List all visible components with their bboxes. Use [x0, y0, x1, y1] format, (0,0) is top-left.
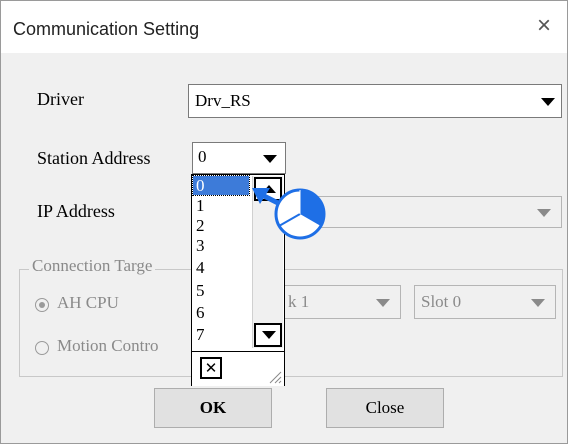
list-item-6[interactable]: 6	[193, 303, 249, 322]
driver-label: Driver	[37, 89, 84, 109]
motion-control-radio	[35, 341, 49, 355]
rack-select-value: k 1	[288, 292, 310, 311]
resize-grip-icon[interactable]	[266, 368, 282, 384]
station-address-value: 0	[198, 147, 207, 166]
list-item-4[interactable]: 4	[193, 258, 249, 277]
ah-cpu-radio	[35, 298, 49, 312]
ok-button[interactable]: OK	[154, 388, 272, 428]
station-address-label: Station Address	[37, 148, 151, 168]
ip-address-label: IP Address	[37, 201, 115, 221]
chevron-down-icon	[541, 98, 555, 106]
window-close-button[interactable]: ×	[529, 11, 559, 41]
list-item-0[interactable]: 0	[192, 175, 250, 196]
driver-select-value: Drv_RS	[195, 91, 251, 110]
station-address-select[interactable]: 0	[192, 142, 286, 174]
dropdown-close-button[interactable]: ✕	[200, 357, 222, 379]
scroll-down-button[interactable]	[254, 323, 282, 347]
mouse-click-indicator-icon	[252, 188, 326, 240]
list-item-1[interactable]: 1	[193, 196, 249, 215]
dropdown-footer: ✕	[192, 351, 284, 386]
slot-select: Slot 0	[414, 285, 556, 319]
connection-target-legend: Connection Targe	[29, 256, 156, 276]
title-bar: Communication Setting ×	[1, 1, 567, 53]
motion-control-label: Motion Contro	[57, 336, 159, 355]
triangle-down-icon	[262, 331, 276, 339]
list-item-5[interactable]: 5	[193, 281, 249, 300]
slot-select-value: Slot 0	[421, 292, 462, 311]
ah-cpu-label: AH CPU	[57, 293, 119, 312]
window-title: Communication Setting	[13, 19, 200, 39]
chevron-down-icon	[537, 209, 551, 217]
chevron-down-icon	[531, 299, 545, 307]
chevron-down-icon	[263, 155, 277, 163]
close-button[interactable]: Close	[326, 388, 444, 428]
list-item-2[interactable]: 2	[193, 216, 249, 235]
driver-select[interactable]: Drv_RS	[188, 84, 562, 118]
list-item-7[interactable]: 7	[193, 325, 249, 344]
chevron-down-icon	[376, 299, 390, 307]
list-item-3[interactable]: 3	[193, 236, 249, 255]
